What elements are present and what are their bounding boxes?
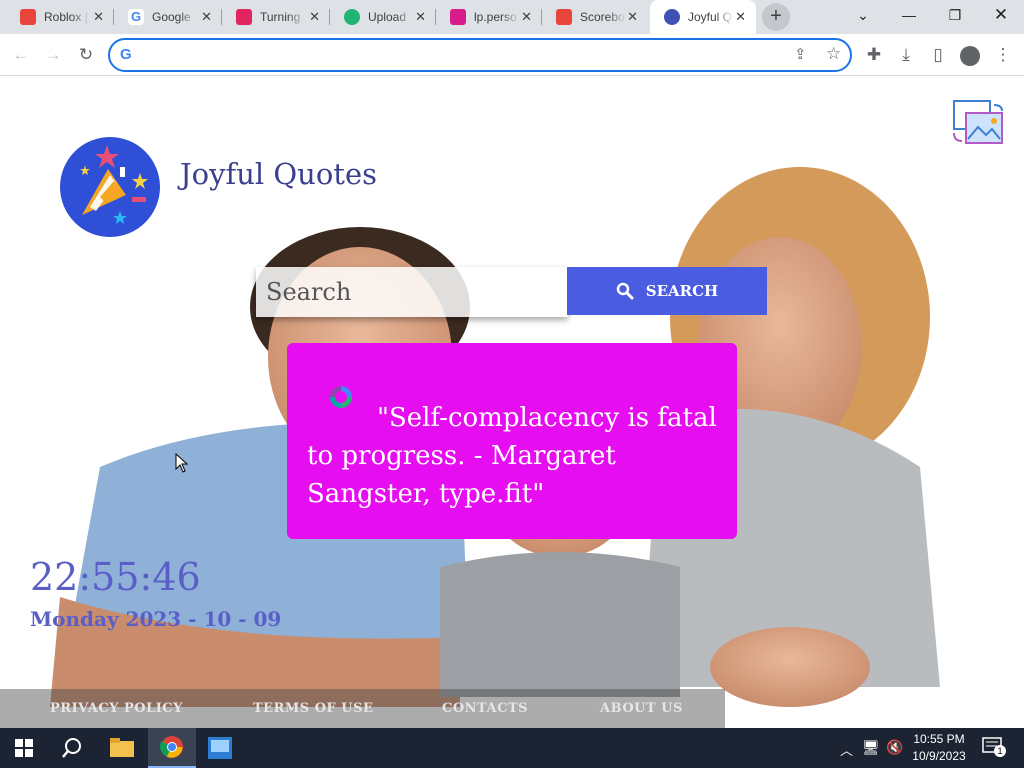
close-tab-icon[interactable]: ✕ [627,9,638,25]
google-g-icon: G [120,46,132,63]
footer-terms-link[interactable]: TERMS OF USE [253,701,373,716]
search-input[interactable] [256,267,568,317]
footer-bar: PRIVACY POLICY TERMS OF USE CONTACTS ABO… [0,689,725,728]
scoreboard-favicon-icon [556,9,572,25]
search-icon[interactable] [48,728,96,768]
forward-icon[interactable]: → [40,42,66,68]
footer-privacy-link[interactable]: PRIVACY POLICY [50,701,183,716]
close-tab-icon[interactable]: ✕ [735,9,746,25]
reload-icon[interactable]: ↻ [73,42,99,68]
menu-kebab-icon[interactable]: ⋮ [990,42,1016,68]
windows-taskbar: ︿ 🖥 🔇 10:55 PM 10/9/2023 1 [0,728,1024,768]
minimize-button[interactable]: — [886,0,932,30]
mouse-cursor-icon [175,453,189,473]
new-tab-button[interactable]: + [762,3,790,31]
browser-toolbar: ← → ↻ G ⇪ ☆ ✚ ⤓ ▯ ⋮ [0,34,1024,76]
tab-roblox[interactable]: Roblox | ✕ [6,0,114,34]
roblox-favicon-icon [20,9,36,25]
tab-google[interactable]: G Google ✕ [114,0,222,34]
brand-title: Joyful Quotes [180,157,377,191]
page-content: Joyful Quotes SEARCH "Self-complacency i… [0,77,1024,728]
search-field[interactable] [256,267,568,317]
tray-clock[interactable]: 10:55 PM 10/9/2023 [906,731,972,765]
tab-search-icon[interactable]: ⌄ [840,0,886,30]
site-logo[interactable] [60,137,160,237]
close-window-button[interactable]: ✕ [978,0,1024,30]
close-tab-icon[interactable]: ✕ [201,9,212,25]
close-tab-icon[interactable]: ✕ [415,9,426,25]
tab-title: lp.perso [474,10,517,24]
tab-strip: Roblox | ✕ G Google ✕ Turning ✕ Upload ✕… [0,0,1024,34]
app-taskbar-icon[interactable] [196,728,244,768]
tray-time: 10:55 PM [913,732,965,746]
clock-time: 22:55:46 [30,555,201,599]
windows-start-icon[interactable] [0,728,48,768]
notification-count-badge: 1 [994,745,1006,757]
tab-turning[interactable]: Turning ✕ [222,0,330,34]
tab-joyful-quotes[interactable]: Joyful Q ✕ [650,0,756,34]
tab-title: Scorebo [580,10,625,24]
close-tab-icon[interactable]: ✕ [309,9,320,25]
tray-chevron-icon[interactable]: ︿ [840,740,853,759]
tab-title: Roblox | [44,10,88,24]
chrome-taskbar-icon[interactable] [148,728,196,768]
footer-about-link[interactable]: ABOUT US [600,701,683,716]
download-icon[interactable]: ⤓ [893,42,919,68]
tab-title: Joyful Q [688,10,733,24]
extensions-icon[interactable]: ✚ [861,42,887,68]
tab-scoreboard[interactable]: Scorebo ✕ [542,0,648,34]
side-panel-icon[interactable]: ▯ [925,42,951,68]
quote-text: "Self-complacency is fatal to progress. … [307,403,717,509]
google-favicon-icon: G [128,9,144,25]
volume-muted-icon[interactable]: 🔇 [886,739,903,756]
image-switch-icon[interactable] [950,99,1006,147]
back-icon[interactable]: ← [8,42,34,68]
search-button[interactable]: SEARCH [567,267,767,315]
file-explorer-icon[interactable] [98,728,146,768]
notification-center-icon[interactable]: 1 [982,737,1006,757]
turning-favicon-icon [236,9,252,25]
maximize-button[interactable]: ❐ [932,0,978,30]
footer-contacts-link[interactable]: CONTACTS [442,701,528,716]
party-hat-icon [80,145,148,224]
bookmark-star-icon[interactable]: ☆ [826,44,841,64]
tab-title: Google [152,10,191,24]
network-icon[interactable]: 🖥 [862,739,880,756]
search-button-label: SEARCH [645,282,719,300]
lp-favicon-icon [450,9,466,25]
profile-avatar-icon[interactable] [957,42,983,68]
quote-card: "Self-complacency is fatal to progress. … [287,343,737,539]
close-tab-icon[interactable]: ✕ [93,9,104,25]
clock-date: Monday 2023 - 10 - 09 [30,607,282,631]
address-input[interactable] [144,46,744,64]
search-icon [616,282,634,300]
upload-favicon-icon [344,9,360,25]
close-tab-icon[interactable]: ✕ [521,9,532,25]
tab-title: Upload [368,10,407,24]
tab-upload[interactable]: Upload ✕ [330,0,436,34]
tray-date: 10/9/2023 [912,749,966,763]
tab-title: Turning [260,10,301,24]
share-icon[interactable]: ⇪ [794,45,807,63]
joyful-favicon-icon [664,9,680,25]
address-bar[interactable]: G ⇪ ☆ [108,38,852,72]
tab-lp-perso[interactable]: lp.perso ✕ [436,0,542,34]
